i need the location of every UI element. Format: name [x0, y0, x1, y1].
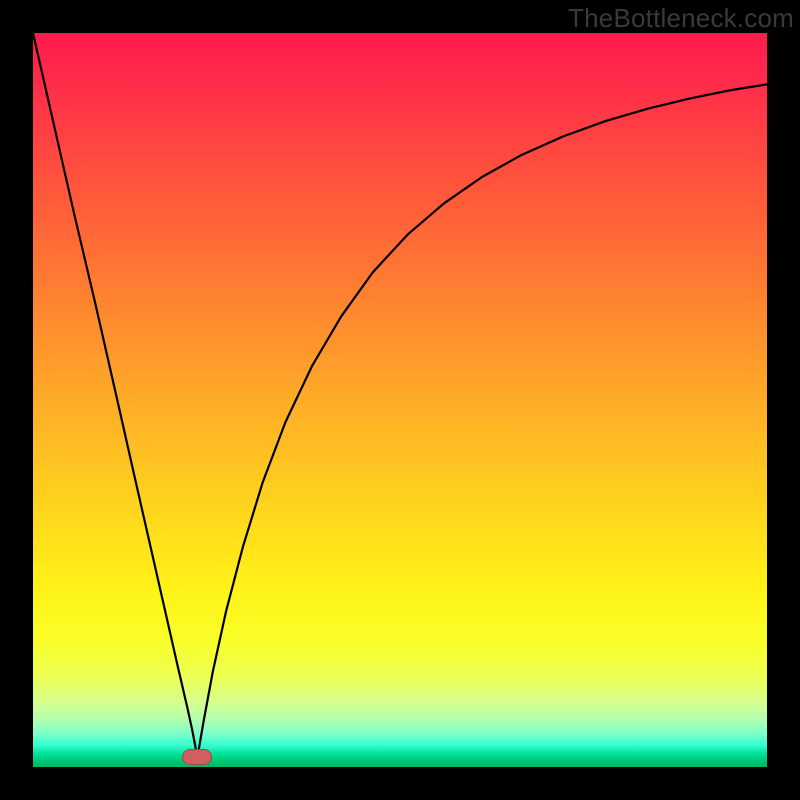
chart-stage: TheBottleneck.com — [0, 0, 800, 800]
optimal-point-marker — [182, 749, 212, 765]
bottleneck-curve — [33, 33, 767, 767]
plot-area — [33, 33, 767, 767]
watermark-text: TheBottleneck.com — [568, 3, 794, 34]
